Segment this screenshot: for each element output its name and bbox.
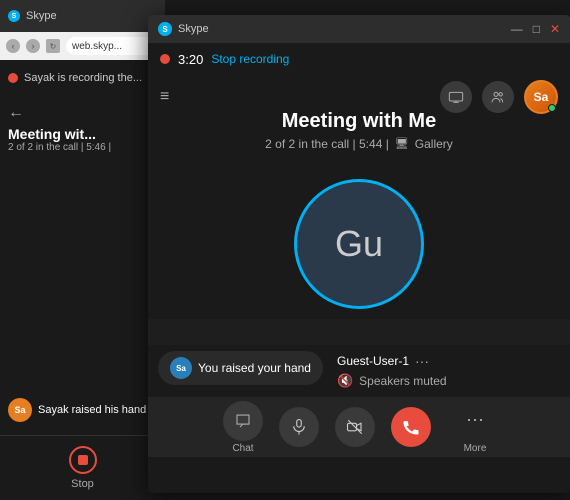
participants-count-text: 2 of 2 in the call | 5:44 |	[265, 137, 389, 151]
browser-nav-bar: ‹ › ↻ web.skyp...	[0, 32, 165, 60]
chat-btn[interactable]: Chat	[223, 401, 263, 454]
title-bar-left: S Skype	[158, 22, 209, 36]
bg-back-arrow[interactable]: ←	[8, 104, 157, 122]
main-title-text: Skype	[178, 23, 209, 35]
guest-name-row: Guest-User-1 ···	[337, 353, 447, 369]
minimize-btn[interactable]: —	[511, 22, 523, 36]
title-bar-controls: — □ ✕	[511, 22, 560, 36]
speaker-muted-icon: 🔇	[337, 373, 353, 389]
background-window: S Skype ‹ › ↻ web.skyp... Sayak is recor…	[0, 0, 165, 500]
call-meeting-title: Meeting with Me	[282, 110, 436, 133]
more-dots-icon: ⋯	[455, 401, 495, 441]
call-video-area: Meeting with Me 2 of 2 in the call | 5:4…	[148, 119, 570, 319]
mic-icon-circle	[279, 407, 319, 447]
screen-share-btn[interactable]	[440, 81, 472, 113]
main-skype-window: S Skype — □ ✕ 3:20 Stop recording ≡	[148, 15, 570, 493]
recording-time: 3:20	[178, 52, 203, 67]
online-status-dot	[548, 104, 556, 112]
participant-initials: Gu	[335, 223, 383, 265]
guest-info-panel: Guest-User-1 ··· 🔇 Speakers muted	[333, 351, 451, 391]
hand-notification-avatar: Sa	[170, 357, 192, 379]
url-bar[interactable]: web.skyp...	[66, 37, 159, 55]
guest-name: Guest-User-1	[337, 354, 409, 368]
close-btn[interactable]: ✕	[550, 22, 560, 36]
avatar-initials: Sa	[534, 90, 549, 104]
bg-recording-text: Sayak is recording the...	[24, 72, 142, 84]
hamburger-menu-btn[interactable]: ≡	[160, 88, 169, 106]
stop-icon	[78, 455, 88, 465]
stop-label: Stop	[71, 478, 94, 490]
video-btn[interactable]	[335, 407, 375, 447]
gallery-label: Gallery	[415, 137, 453, 151]
bg-chat-header: ← Meeting wit... 2 of 2 in the call | 5:…	[0, 96, 165, 161]
more-btn[interactable]: ⋯ More	[455, 401, 495, 454]
participant-avatar-circle: Gu	[294, 179, 424, 309]
back-nav-btn[interactable]: ‹	[6, 39, 20, 53]
chat-icon-circle	[223, 401, 263, 441]
call-header-right: Sa	[440, 80, 558, 114]
participants-btn[interactable]	[482, 81, 514, 113]
bg-meeting-title: Meeting wit...	[8, 126, 157, 142]
end-call-icon-circle	[391, 407, 431, 447]
microphone-icon	[290, 418, 308, 436]
bg-sayak-avatar: Sa	[8, 398, 32, 422]
user-avatar-sa[interactable]: Sa	[524, 80, 558, 114]
video-off-icon	[346, 418, 364, 436]
chat-label: Chat	[232, 443, 253, 454]
main-title-bar: S Skype — □ ✕	[148, 15, 570, 43]
screen-share-icon	[448, 89, 464, 105]
end-call-icon	[401, 417, 421, 437]
hand-raised-notification: Sa You raised your hand	[158, 351, 323, 385]
bg-meeting-subtitle: 2 of 2 in the call | 5:46 |	[8, 142, 157, 153]
end-call-btn[interactable]	[391, 407, 431, 447]
chat-icon	[234, 412, 252, 430]
bg-recording-dot	[8, 73, 18, 83]
speaker-muted-row: 🔇 Speakers muted	[337, 373, 447, 389]
forward-nav-btn[interactable]: ›	[26, 39, 40, 53]
skype-favicon: S	[8, 10, 20, 22]
stop-recording-btn[interactable]	[69, 446, 97, 474]
hand-raised-text: You raised your hand	[198, 361, 311, 375]
people-icon	[490, 89, 506, 105]
bg-hand-notification: Sa Sayak raised his hand	[0, 392, 165, 428]
bg-skype-header: Sayak is recording the...	[0, 60, 165, 96]
call-controls-bar: Chat	[148, 397, 570, 457]
refresh-nav-btn[interactable]: ↻	[46, 39, 60, 53]
video-icon-circle	[335, 407, 375, 447]
call-bottom-area: Sa You raised your hand Guest-User-1 ···…	[148, 345, 570, 493]
stop-recording-btn[interactable]: Stop recording	[211, 52, 289, 66]
gallery-icon: 🖥	[395, 137, 409, 150]
more-label: More	[464, 443, 487, 454]
recording-bar: 3:20 Stop recording	[148, 43, 570, 75]
main-skype-icon: S	[158, 22, 172, 36]
browser-tab-bar: S Skype	[0, 0, 165, 32]
bg-stop-bar: Stop	[0, 435, 165, 500]
notifications-area: Sa You raised your hand Guest-User-1 ···…	[148, 345, 570, 397]
rec-indicator-dot	[160, 54, 170, 64]
bg-hand-raised-text: Sayak raised his hand	[38, 404, 146, 416]
guest-menu-btn[interactable]: ···	[415, 353, 429, 369]
url-text: web.skyp...	[72, 41, 122, 52]
speaker-muted-text: Speakers muted	[359, 374, 446, 388]
browser-tab-label: Skype	[26, 10, 57, 22]
maximize-btn[interactable]: □	[533, 22, 540, 36]
mute-btn[interactable]	[279, 407, 319, 447]
call-meeting-subtitle: 2 of 2 in the call | 5:44 | 🖥 Gallery	[265, 137, 453, 151]
